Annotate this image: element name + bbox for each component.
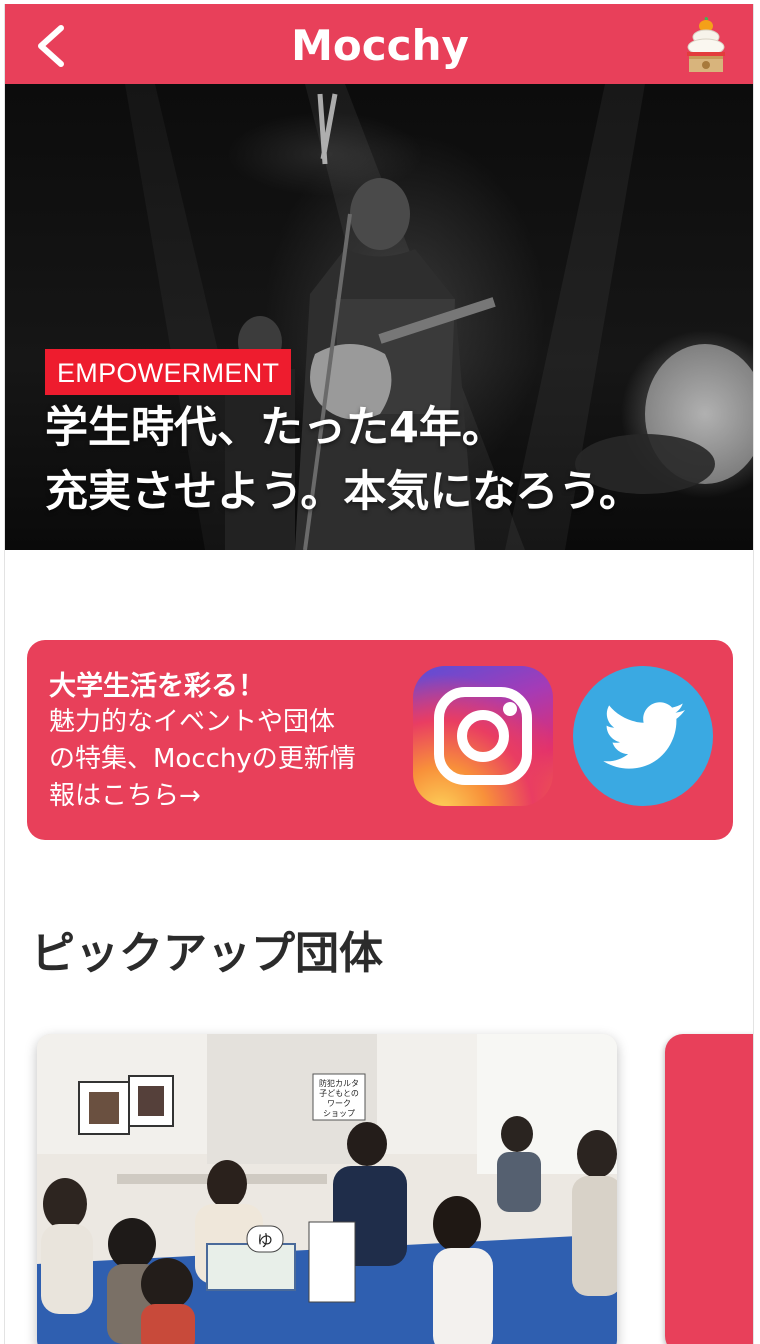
sns-banner-lead: 大学生活を彩る！ bbox=[49, 671, 265, 702]
card-sign-line: 子どもとの bbox=[319, 1089, 359, 1098]
sns-banner-body-line: 魅力的なイベントや団体 bbox=[49, 707, 336, 737]
twitter-icon bbox=[603, 702, 685, 769]
pickup-card[interactable]: 防犯カルタ 子どもとの ワーク ショップ ゆ bbox=[37, 1034, 617, 1344]
sns-banner-body-line: の特集、Mocchyの更新情 bbox=[49, 744, 356, 774]
pickup-card-next[interactable] bbox=[665, 1034, 753, 1344]
hero-category-tag: EMPOWERMENT bbox=[45, 349, 292, 395]
kagami-mochi-button[interactable] bbox=[683, 16, 729, 74]
sns-banner-body: 魅力的なイベントや団体 の特集、Mocchyの更新情 報はこちら→ bbox=[49, 704, 399, 815]
app-header: Mocchy bbox=[5, 4, 753, 84]
card-sign-line: 防犯カルタ bbox=[319, 1078, 359, 1088]
card-sign-line: ワーク bbox=[327, 1099, 351, 1108]
kagami-mochi-icon bbox=[687, 17, 725, 72]
app-title: Mocchy bbox=[291, 21, 469, 70]
hero-headline-line-1: 学生時代、たった4年。 bbox=[45, 403, 505, 453]
pickup-card-photo: 防犯カルタ 子どもとの ワーク ショップ ゆ bbox=[37, 1034, 617, 1344]
hero-headline-line-2: 充実させよう。本気になろう。 bbox=[45, 467, 642, 517]
karuta-card-text: ゆ bbox=[257, 1231, 273, 1250]
app-frame: Mocchy EMPOWERMENT 学生時代、たった4年。 充実させよう。本気… bbox=[4, 4, 754, 1344]
sns-banner-body-line: 報はこちら→ bbox=[49, 781, 201, 811]
twitter-button[interactable] bbox=[573, 666, 713, 806]
hero-banner[interactable]: EMPOWERMENT 学生時代、たった4年。 充実させよう。本気になろう。 bbox=[5, 84, 753, 550]
pickup-section-title: ピックアップ団体 bbox=[31, 928, 383, 979]
card-sign-line: ショップ bbox=[323, 1109, 355, 1118]
instagram-button[interactable] bbox=[413, 666, 553, 806]
sns-banner[interactable]: 大学生活を彩る！ 魅力的なイベントや団体 の特集、Mocchyの更新情 報はこち… bbox=[27, 640, 733, 840]
instagram-icon bbox=[434, 687, 532, 785]
